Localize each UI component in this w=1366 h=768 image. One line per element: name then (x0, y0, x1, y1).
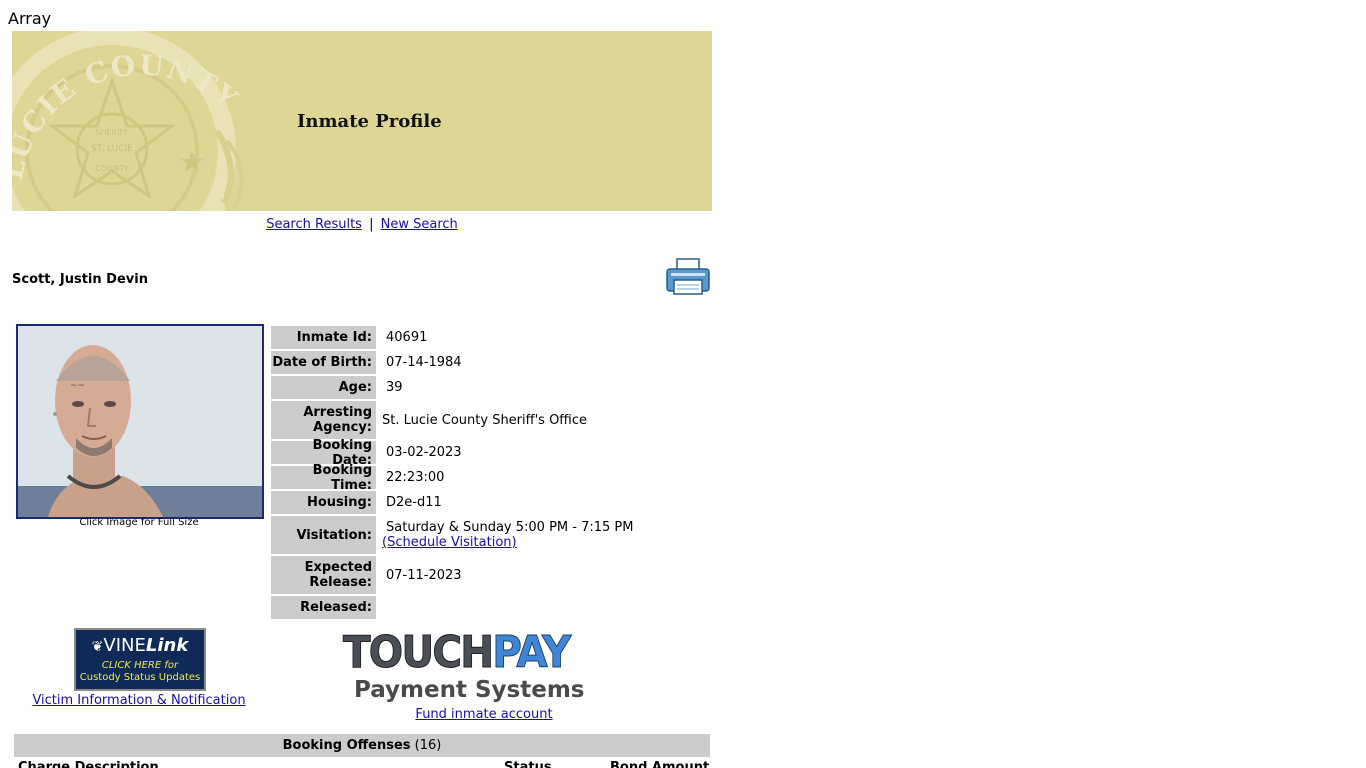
detail-label: Inmate Id: (271, 326, 376, 349)
svg-text:SHERIFF: SHERIFF (95, 128, 129, 137)
svg-text:ST. LUCIE: ST. LUCIE (91, 144, 133, 154)
detail-label: Visitation: (271, 516, 376, 554)
col-charge-description: Charge Description (18, 760, 159, 768)
offenses-table-header: Charge Description Status Bond Amount (14, 760, 710, 768)
sheriff-seal-icon: LUCIE COUNTY SHERIFF ST. LUCIE COUNTY S (12, 31, 245, 211)
detail-row-age: Age: 39 (271, 376, 711, 399)
detail-value: D2e-d11 (386, 495, 442, 510)
svg-text:~~: ~~ (70, 381, 85, 391)
header-banner: LUCIE COUNTY SHERIFF ST. LUCIE COUNTY S … (12, 31, 712, 211)
offenses-title: Booking Offenses (282, 738, 411, 753)
detail-label: Booking Time: (271, 463, 376, 493)
detail-row-booking-date: Booking Date: 03-02-2023 (271, 438, 711, 468)
detail-value: 39 (386, 380, 403, 395)
vinelink-banner[interactable]: ❦VINELink CLICK HERE for Custody Status … (74, 628, 206, 691)
breadcrumb-nav: Search Results | New Search (12, 217, 712, 232)
nav-separator: | (369, 217, 374, 232)
svg-text:LUCIE COUNTY: LUCIE COUNTY (12, 48, 245, 182)
schedule-visitation-link[interactable]: (Schedule Visitation) (382, 535, 517, 550)
detail-row-arresting-agency: Arresting Agency: St. Lucie County Sheri… (271, 401, 711, 439)
inmate-photo[interactable]: ~~ (16, 324, 264, 519)
detail-value: 40691 (386, 330, 428, 345)
detail-row-housing: Housing: D2e-d11 (271, 491, 711, 514)
booking-offenses-header: Booking Offenses (16) (14, 734, 710, 757)
detail-label: Arresting Agency: (271, 401, 376, 439)
touchpay-subtitle: Payment Systems (354, 677, 585, 703)
svg-text:COUNTY: COUNTY (95, 164, 129, 173)
victim-information-link[interactable]: Victim Information & Notification (32, 693, 245, 708)
detail-value: 22:23:00 (386, 470, 445, 485)
vinelink-cta-2: Custody Status Updates (79, 672, 201, 683)
detail-value: 07-14-1984 (386, 355, 462, 370)
page-title: Inmate Profile (297, 111, 442, 132)
vine-check-icon: ❦ (91, 639, 104, 655)
detail-label: Released: (271, 596, 376, 619)
vinelink-cta: CLICK HERE for (101, 660, 179, 671)
fund-inmate-account-link[interactable]: Fund inmate account (415, 707, 552, 722)
detail-label: Expected Release: (271, 556, 376, 594)
vinelink-logo: ❦VINELink (91, 635, 189, 656)
vine-link-wrap: Victim Information & Notification (12, 693, 266, 708)
col-status: Status (504, 760, 552, 768)
detail-label: Booking Date: (271, 438, 376, 468)
touchpay-logo[interactable]: TOUCHPAY Payment Systems (343, 627, 635, 706)
detail-row-expected-release: Expected Release: 07-11-2023 (271, 556, 711, 594)
detail-value: Saturday & Sunday 5:00 PM - 7:15 PM (386, 520, 634, 535)
fund-link-wrap: Fund inmate account (343, 707, 625, 722)
mugshot-image: ~~ (18, 326, 262, 517)
svg-text:S: S (208, 190, 227, 211)
detail-row-booking-time: Booking Time: 22:23:00 (271, 463, 711, 493)
col-bond-amount: Bond Amount (610, 760, 710, 768)
detail-row-dob: Date of Birth: 07-14-1984 (271, 351, 711, 374)
detail-row-visitation: Visitation: Saturday & Sunday 5:00 PM - … (271, 516, 711, 554)
detail-row-inmate-id: Inmate Id: 40691 (271, 326, 711, 349)
detail-row-released: Released: (271, 596, 711, 619)
touchpay-wordmark: TOUCHPAY (343, 627, 572, 678)
debug-array-text: Array (8, 9, 52, 28)
print-icon[interactable] (665, 258, 711, 296)
detail-value: 07-11-2023 (386, 567, 462, 583)
detail-value: 03-02-2023 (386, 445, 462, 460)
detail-label: Housing: (271, 491, 376, 514)
detail-label: Date of Birth: (271, 351, 376, 374)
search-results-link[interactable]: Search Results (266, 217, 362, 232)
offenses-count: (16) (414, 738, 442, 753)
detail-label: Age: (271, 376, 376, 399)
photo-caption: Click Image for Full Size (79, 517, 199, 528)
inmate-name: Scott, Justin Devin (12, 272, 148, 287)
detail-value: St. Lucie County Sheriff's Office (382, 412, 588, 428)
new-search-link[interactable]: New Search (381, 217, 458, 232)
